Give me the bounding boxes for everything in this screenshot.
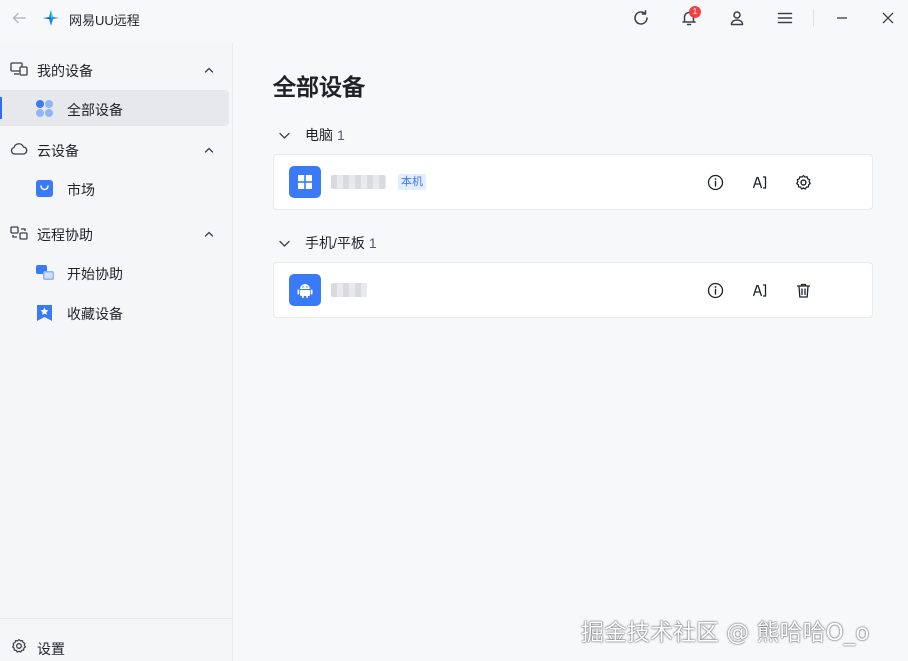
gear-icon: [795, 174, 811, 190]
close-icon: [882, 12, 894, 24]
section-count: 1: [337, 127, 345, 143]
info-button[interactable]: [705, 172, 725, 192]
device-name: ████████: [331, 175, 386, 189]
titlebar-divider: [813, 9, 814, 27]
trash-icon: [796, 283, 810, 298]
section-header-mobile[interactable]: 手机/平板 1: [278, 233, 377, 253]
sidebar-item-market[interactable]: 市场: [0, 170, 229, 206]
sidebar-item-label: 市场: [67, 182, 95, 198]
device-name: █████: [331, 283, 367, 297]
hamburger-icon: [777, 12, 793, 24]
chevron-up-icon: [203, 63, 215, 75]
section-label: 电脑: [305, 127, 333, 143]
minimize-icon: [837, 17, 847, 19]
section-count: 1: [368, 235, 377, 251]
info-button[interactable]: [705, 280, 725, 300]
chevron-down-icon: [279, 132, 290, 139]
refresh-button[interactable]: [629, 6, 653, 30]
chevron-down-icon: [279, 240, 290, 247]
gear-icon: [11, 638, 27, 654]
info-icon: [707, 282, 723, 298]
sidebar-group-cloud-devices[interactable]: 云设备: [0, 131, 233, 167]
chevron-up-icon: [203, 143, 215, 155]
sidebar: 我的设备 全部设备 云设备 市场 远程协助 开始协助 收藏设备 设置: [0, 43, 233, 661]
refresh-icon: [634, 10, 648, 25]
device-card[interactable]: ████████ 本机: [273, 154, 873, 210]
settings-entry[interactable]: 设置: [0, 618, 233, 661]
sidebar-group-remote-assist[interactable]: 远程协助: [0, 215, 233, 251]
devices-icon: [10, 61, 28, 77]
sidebar-group-my-devices[interactable]: 我的设备: [0, 51, 233, 87]
settings-label: 设置: [37, 641, 65, 657]
shopping-bag-icon: [35, 179, 54, 198]
sidebar-group-label: 远程协助: [37, 227, 93, 243]
windows-icon: [289, 166, 321, 198]
sidebar-item-label: 开始协助: [67, 266, 123, 282]
sidebar-item-label: 收藏设备: [67, 306, 123, 322]
watermark-text: 掘金技术社区 @ 熊哈哈O_o: [581, 620, 870, 646]
section-header-pc[interactable]: 电脑 1: [278, 125, 345, 145]
app-title: 网易UU远程: [69, 13, 140, 28]
remote-icon: [752, 283, 766, 297]
user-icon: [730, 11, 744, 26]
main-content: 全部设备 电脑 1 ████████ 本机 手机/平板 1 █████: [234, 43, 908, 661]
android-icon: [289, 274, 321, 306]
grid-dots-icon: [35, 99, 54, 118]
cloud-icon: [10, 141, 28, 157]
delete-button[interactable]: [793, 280, 813, 300]
section-label: 手机/平板: [305, 235, 365, 251]
sidebar-group-label: 我的设备: [37, 63, 93, 79]
minimize-button[interactable]: [830, 6, 854, 30]
remote-control-button[interactable]: [749, 280, 769, 300]
remote-control-button[interactable]: [749, 172, 769, 192]
title-bar: 网易UU远程 1: [0, 0, 908, 36]
back-arrow-icon[interactable]: [8, 7, 30, 29]
notification-badge: 1: [689, 6, 701, 18]
device-settings-button[interactable]: [793, 172, 813, 192]
account-button[interactable]: [725, 6, 749, 30]
notification-button[interactable]: 1: [677, 6, 701, 30]
sidebar-item-start-assist[interactable]: 开始协助: [0, 254, 229, 290]
chevron-up-icon: [203, 227, 215, 239]
sidebar-item-all-devices[interactable]: 全部设备: [0, 90, 229, 126]
app-logo-icon: [42, 9, 60, 27]
sidebar-group-label: 云设备: [37, 143, 79, 159]
close-button[interactable]: [876, 6, 900, 30]
menu-button[interactable]: [773, 6, 797, 30]
device-card[interactable]: █████: [273, 262, 873, 318]
sidebar-item-label: 全部设备: [67, 102, 123, 118]
start-assist-icon: [35, 263, 54, 282]
remote-assist-icon: [10, 225, 28, 241]
page-title: 全部设备: [273, 74, 365, 100]
info-icon: [707, 174, 723, 190]
sidebar-item-favorites[interactable]: 收藏设备: [0, 294, 229, 330]
this-device-tag: 本机: [398, 174, 426, 190]
remote-icon: [752, 175, 766, 189]
bookmark-star-icon: [35, 303, 54, 322]
